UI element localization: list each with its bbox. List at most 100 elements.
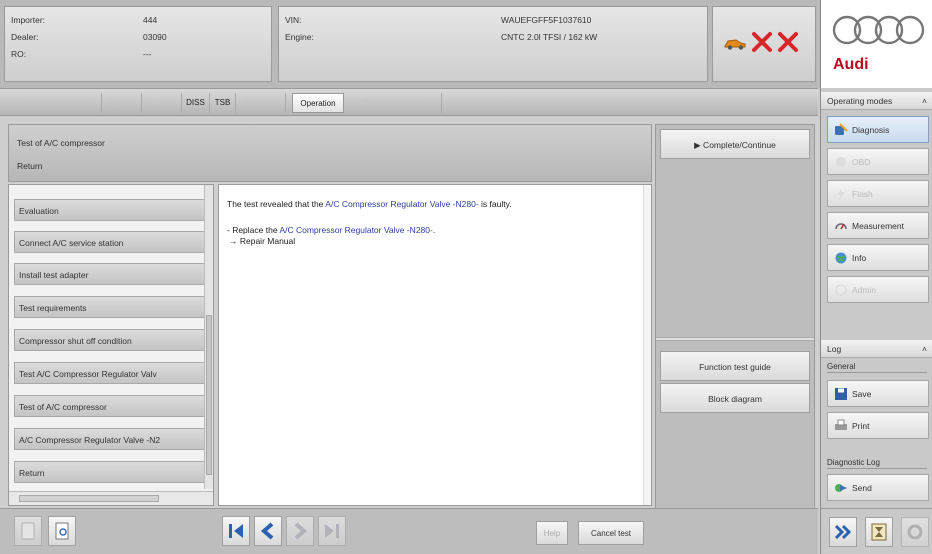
- tab-tsb[interactable]: TSB: [210, 93, 236, 113]
- gauge-icon: [835, 223, 847, 230]
- obd-icon: [836, 157, 846, 167]
- test-step-list: Evaluation Connect A/C service station I…: [8, 184, 214, 506]
- mode-flash-button[interactable]: Flash: [827, 180, 929, 207]
- first-icon: [229, 524, 243, 538]
- sidebar-bottom-toolbar: [820, 508, 932, 554]
- hourglass-button[interactable]: [865, 517, 893, 547]
- last-step-button[interactable]: [318, 516, 346, 546]
- tab-diss[interactable]: DISS: [182, 93, 210, 113]
- repair-manual-link[interactable]: → Repair Manual: [229, 236, 295, 246]
- mode-diagnosis-button[interactable]: Diagnosis: [827, 116, 929, 143]
- n280-valve-link[interactable]: A/C Compressor Regulator Valve -N280-: [325, 199, 478, 209]
- action-column: ▶ Complete/Continue Function test guide …: [655, 124, 815, 540]
- mode-measurement-button[interactable]: Measurement: [827, 212, 929, 239]
- test-step-item[interactable]: Evaluation: [14, 199, 206, 221]
- settings-button[interactable]: [901, 517, 929, 547]
- result-text-scrollbar[interactable]: [643, 185, 651, 505]
- log-collapse-chevron-icon[interactable]: ˄: [922, 340, 927, 358]
- send-icon: [835, 484, 847, 492]
- diagnosis-icon: [835, 123, 848, 135]
- step-list-horizontal-scrollbar[interactable]: [9, 491, 213, 505]
- double-chevron-right-icon: [834, 524, 852, 540]
- previous-step-button[interactable]: [254, 516, 282, 546]
- instruction-line: - Replace the A/C Compressor Regulator V…: [227, 225, 436, 235]
- tab-control-module-list[interactable]: Control module list: [4, 93, 102, 113]
- step-list-scroll-thumb[interactable]: [206, 315, 212, 475]
- engine-value: CNTC 2.0l TFSI / 162 kW: [501, 32, 598, 42]
- bottom-toolbar: Help Cancel test: [0, 508, 818, 554]
- document-search-icon: [55, 522, 69, 540]
- test-step-item[interactable]: Test of A/C compressor: [14, 395, 206, 417]
- tab-operation[interactable]: Operation: [292, 93, 344, 113]
- gear-icon: [907, 524, 923, 540]
- document-button[interactable]: [14, 516, 42, 546]
- header-bar: Importer: 444 Dealer: 03090 RO: --- VIN:…: [0, 0, 932, 88]
- vin-value: WAUEFGFF5F1037610: [501, 15, 592, 25]
- hourglass-icon: [871, 523, 887, 541]
- tab-special-functions[interactable]: Special functions: [346, 93, 442, 113]
- mode-obd-button[interactable]: OBD: [827, 148, 929, 175]
- admin-icon: [835, 284, 847, 296]
- engine-label: Engine:: [285, 32, 314, 42]
- vin-label: VIN:: [285, 15, 302, 25]
- save-button[interactable]: Save: [827, 380, 929, 407]
- ro-label: RO:: [11, 49, 27, 59]
- flash-icon: [837, 188, 845, 200]
- cancel-test-button[interactable]: Cancel test: [578, 521, 644, 545]
- document-preview-button[interactable]: [48, 516, 76, 546]
- interface-disconnected-x-icon: [778, 32, 798, 52]
- printer-icon: [835, 419, 847, 430]
- general-group-label: General: [827, 362, 927, 373]
- collapse-chevron-icon[interactable]: ˄: [922, 92, 927, 110]
- document-icon: [21, 522, 35, 540]
- test-step-item[interactable]: Connect A/C service station: [14, 231, 206, 253]
- diagnostic-log-group-label: Diagnostic Log: [827, 458, 927, 469]
- step-list-hscroll-thumb[interactable]: [19, 495, 159, 502]
- next-step-button[interactable]: [286, 516, 314, 546]
- tab-data[interactable]: Data: [142, 93, 182, 113]
- test-step-item[interactable]: Test A/C Compressor Regulator Valv: [14, 362, 206, 384]
- dealer-value: 03090: [143, 32, 167, 42]
- test-title-panel: Test of A/C compressor Return: [8, 124, 652, 182]
- ro-value: ---: [143, 49, 152, 59]
- mode-admin-button[interactable]: Admin: [827, 276, 929, 303]
- dealer-label: Dealer:: [11, 32, 39, 42]
- operating-modes-header[interactable]: Operating modes ˄: [821, 92, 932, 110]
- block-diagram-button[interactable]: Block diagram: [660, 383, 810, 413]
- n280-valve-link[interactable]: A/C Compressor Regulator Valve -N280-: [279, 225, 432, 235]
- chevron-left-icon: [260, 522, 274, 540]
- mode-info-button[interactable]: Info: [827, 244, 929, 271]
- last-icon: [325, 524, 339, 538]
- importer-value: 444: [143, 15, 158, 25]
- print-button[interactable]: Print: [827, 412, 929, 439]
- chevron-right-icon: [294, 522, 308, 540]
- test-step-item[interactable]: Test requirements: [14, 296, 206, 318]
- function-test-guide-button[interactable]: Function test guide: [660, 351, 810, 381]
- audi-rings-logo: [832, 15, 925, 45]
- audi-logo-box: Audi: [820, 0, 932, 88]
- send-button[interactable]: Send: [827, 474, 929, 501]
- tab-bar: Control module list Results Data DISS TS…: [0, 88, 818, 116]
- vehicle-disconnected-x-icon: [752, 32, 772, 52]
- step-list-vertical-scrollbar[interactable]: [204, 185, 213, 489]
- globe-icon: [835, 252, 847, 264]
- log-header[interactable]: Log ˄: [821, 340, 932, 358]
- complete-continue-button[interactable]: ▶ Complete/Continue: [660, 129, 810, 159]
- test-step-item[interactable]: Return: [14, 461, 206, 483]
- test-result-text-area: The test revealed that the A/C Compresso…: [218, 184, 652, 506]
- test-step-item[interactable]: Install test adapter: [14, 263, 206, 285]
- tab-manuals[interactable]: Manuals: [236, 93, 286, 113]
- test-step-item[interactable]: Compressor shut off condition: [14, 329, 206, 351]
- test-subtitle: Return: [17, 161, 43, 171]
- forward-button[interactable]: [829, 517, 857, 547]
- operating-modes-sidebar: Operating modes ˄ Diagnosis OBD Flash Me…: [820, 88, 932, 554]
- help-button[interactable]: Help: [536, 521, 568, 545]
- test-step-item[interactable]: A/C Compressor Regulator Valve -N2: [14, 428, 206, 450]
- save-disk-icon: [835, 388, 847, 400]
- vehicle-dealer-panel: Importer: 444 Dealer: 03090 RO: ---: [4, 6, 272, 82]
- importer-label: Importer:: [11, 15, 46, 25]
- first-step-button[interactable]: [222, 516, 250, 546]
- tab-results[interactable]: Results: [102, 93, 142, 113]
- action-column-splitter[interactable]: [656, 337, 814, 341]
- vehicle-connection-icon: [724, 39, 746, 50]
